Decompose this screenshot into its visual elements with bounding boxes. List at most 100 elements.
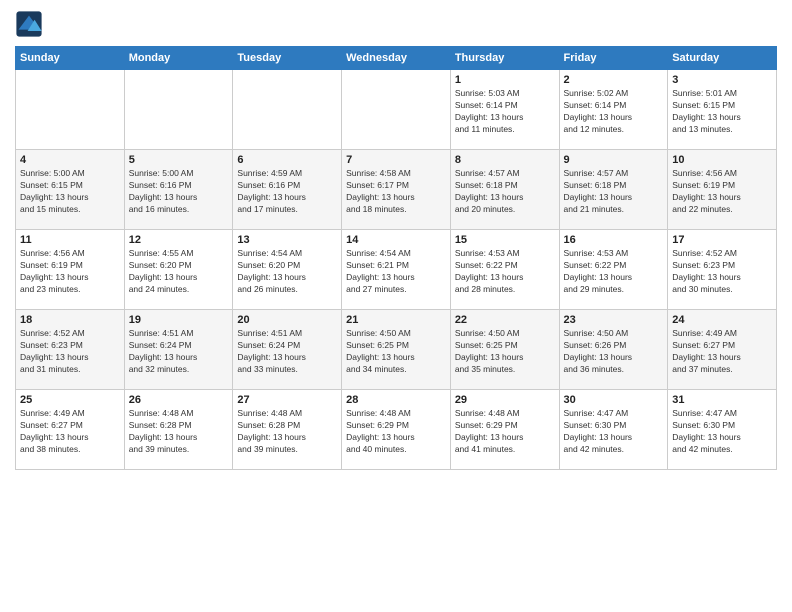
calendar-row: 25 Sunrise: 4:49 AM Sunset: 6:27 PM Dayli…	[16, 390, 777, 470]
calendar-row: 4 Sunrise: 5:00 AM Sunset: 6:15 PM Daylig…	[16, 150, 777, 230]
day-number: 9	[564, 154, 664, 166]
calendar-cell: 6 Sunrise: 4:59 AM Sunset: 6:16 PM Daylig…	[233, 150, 342, 230]
calendar-cell: 9 Sunrise: 4:57 AM Sunset: 6:18 PM Daylig…	[559, 150, 668, 230]
day-info: Sunrise: 4:59 AM Sunset: 6:16 PM Dayligh…	[237, 168, 337, 216]
calendar-cell: 4 Sunrise: 5:00 AM Sunset: 6:15 PM Daylig…	[16, 150, 125, 230]
calendar-cell: 2 Sunrise: 5:02 AM Sunset: 6:14 PM Daylig…	[559, 70, 668, 150]
calendar-cell: 29 Sunrise: 4:48 AM Sunset: 6:29 PM Dayli…	[450, 390, 559, 470]
day-number: 17	[672, 234, 772, 246]
calendar-cell: 1 Sunrise: 5:03 AM Sunset: 6:14 PM Daylig…	[450, 70, 559, 150]
calendar-cell: 11 Sunrise: 4:56 AM Sunset: 6:19 PM Dayli…	[16, 230, 125, 310]
calendar-cell: 14 Sunrise: 4:54 AM Sunset: 6:21 PM Dayli…	[342, 230, 451, 310]
day-info: Sunrise: 4:53 AM Sunset: 6:22 PM Dayligh…	[564, 248, 664, 296]
day-number: 26	[129, 394, 229, 406]
calendar-cell: 13Sunrise: 4:54 AM Sunset: 6:20 PM Dayli…	[233, 230, 342, 310]
day-number: 29	[455, 394, 555, 406]
day-number: 24	[672, 314, 772, 326]
calendar-row: 11 Sunrise: 4:56 AM Sunset: 6:19 PM Dayli…	[16, 230, 777, 310]
day-number: 18	[20, 314, 120, 326]
day-number: 19	[129, 314, 229, 326]
day-info: Sunrise: 4:57 AM Sunset: 6:18 PM Dayligh…	[455, 168, 555, 216]
day-info: Sunrise: 4:48 AM Sunset: 6:29 PM Dayligh…	[455, 408, 555, 456]
day-info: Sunrise: 4:54 AM Sunset: 6:21 PM Dayligh…	[346, 248, 446, 296]
day-number: 14	[346, 234, 446, 246]
day-info: Sunrise: 4:56 AM Sunset: 6:19 PM Dayligh…	[20, 248, 120, 296]
day-info: Sunrise: 4:58 AM Sunset: 6:17 PM Dayligh…	[346, 168, 446, 216]
day-number: 2	[564, 74, 664, 86]
day-info: Sunrise: 4:50 AM Sunset: 6:25 PM Dayligh…	[455, 328, 555, 376]
page: SundayMondayTuesdayWednesdayThursdayFrid…	[0, 0, 792, 612]
day-number: 6	[237, 154, 337, 166]
day-info: Sunrise: 4:52 AM Sunset: 6:23 PM Dayligh…	[20, 328, 120, 376]
calendar-cell: 5 Sunrise: 5:00 AM Sunset: 6:16 PM Daylig…	[124, 150, 233, 230]
calendar-cell	[342, 70, 451, 150]
calendar-cell: 31Sunrise: 4:47 AM Sunset: 6:30 PM Dayli…	[668, 390, 777, 470]
day-number: 8	[455, 154, 555, 166]
calendar-cell: 26 Sunrise: 4:48 AM Sunset: 6:28 PM Dayli…	[124, 390, 233, 470]
day-info: Sunrise: 4:55 AM Sunset: 6:20 PM Dayligh…	[129, 248, 229, 296]
calendar-cell	[16, 70, 125, 150]
day-info: Sunrise: 5:03 AM Sunset: 6:14 PM Dayligh…	[455, 88, 555, 136]
day-info: Sunrise: 4:48 AM Sunset: 6:28 PM Dayligh…	[237, 408, 337, 456]
day-info: Sunrise: 5:01 AM Sunset: 6:15 PM Dayligh…	[672, 88, 772, 136]
calendar-cell: 12 Sunrise: 4:55 AM Sunset: 6:20 PM Dayli…	[124, 230, 233, 310]
day-info: Sunrise: 4:50 AM Sunset: 6:25 PM Dayligh…	[346, 328, 446, 376]
day-info: Sunrise: 4:47 AM Sunset: 6:30 PM Dayligh…	[564, 408, 664, 456]
day-info: Sunrise: 4:49 AM Sunset: 6:27 PM Dayligh…	[20, 408, 120, 456]
calendar-cell: 30 Sunrise: 4:47 AM Sunset: 6:30 PM Dayli…	[559, 390, 668, 470]
day-info: Sunrise: 4:51 AM Sunset: 6:24 PM Dayligh…	[129, 328, 229, 376]
calendar-cell: 15Sunrise: 4:53 AM Sunset: 6:22 PM Dayli…	[450, 230, 559, 310]
logo	[15, 10, 47, 38]
day-header: Saturday	[668, 47, 777, 70]
day-info: Sunrise: 4:52 AM Sunset: 6:23 PM Dayligh…	[672, 248, 772, 296]
calendar-cell: 16Sunrise: 4:53 AM Sunset: 6:22 PM Dayli…	[559, 230, 668, 310]
day-number: 20	[237, 314, 337, 326]
day-number: 5	[129, 154, 229, 166]
day-header: Tuesday	[233, 47, 342, 70]
calendar-cell: 23 Sunrise: 4:50 AM Sunset: 6:26 PM Dayli…	[559, 310, 668, 390]
day-info: Sunrise: 4:49 AM Sunset: 6:27 PM Dayligh…	[672, 328, 772, 376]
day-info: Sunrise: 5:00 AM Sunset: 6:15 PM Dayligh…	[20, 168, 120, 216]
calendar-cell: 25 Sunrise: 4:49 AM Sunset: 6:27 PM Dayli…	[16, 390, 125, 470]
calendar-row: 1 Sunrise: 5:03 AM Sunset: 6:14 PM Daylig…	[16, 70, 777, 150]
calendar-cell: 21Sunrise: 4:50 AM Sunset: 6:25 PM Dayli…	[342, 310, 451, 390]
day-info: Sunrise: 4:48 AM Sunset: 6:28 PM Dayligh…	[129, 408, 229, 456]
calendar-cell: 7Sunrise: 4:58 AM Sunset: 6:17 PM Daylig…	[342, 150, 451, 230]
calendar-table: SundayMondayTuesdayWednesdayThursdayFrid…	[15, 46, 777, 470]
calendar-cell: 17 Sunrise: 4:52 AM Sunset: 6:23 PM Dayli…	[668, 230, 777, 310]
day-number: 15	[455, 234, 555, 246]
day-info: Sunrise: 4:54 AM Sunset: 6:20 PM Dayligh…	[237, 248, 337, 296]
day-info: Sunrise: 5:02 AM Sunset: 6:14 PM Dayligh…	[564, 88, 664, 136]
day-info: Sunrise: 4:56 AM Sunset: 6:19 PM Dayligh…	[672, 168, 772, 216]
day-header: Wednesday	[342, 47, 451, 70]
header-row: SundayMondayTuesdayWednesdayThursdayFrid…	[16, 47, 777, 70]
day-number: 3	[672, 74, 772, 86]
calendar-cell: 8 Sunrise: 4:57 AM Sunset: 6:18 PM Daylig…	[450, 150, 559, 230]
calendar-cell	[233, 70, 342, 150]
day-header: Sunday	[16, 47, 125, 70]
day-info: Sunrise: 5:00 AM Sunset: 6:16 PM Dayligh…	[129, 168, 229, 216]
calendar-cell: 3 Sunrise: 5:01 AM Sunset: 6:15 PM Daylig…	[668, 70, 777, 150]
logo-icon	[15, 10, 43, 38]
day-info: Sunrise: 4:48 AM Sunset: 6:29 PM Dayligh…	[346, 408, 446, 456]
calendar-cell: 28 Sunrise: 4:48 AM Sunset: 6:29 PM Dayli…	[342, 390, 451, 470]
day-number: 30	[564, 394, 664, 406]
day-number: 28	[346, 394, 446, 406]
calendar-cell: 27 Sunrise: 4:48 AM Sunset: 6:28 PM Dayli…	[233, 390, 342, 470]
day-number: 4	[20, 154, 120, 166]
day-number: 12	[129, 234, 229, 246]
day-info: Sunrise: 4:57 AM Sunset: 6:18 PM Dayligh…	[564, 168, 664, 216]
day-number: 1	[455, 74, 555, 86]
day-info: Sunrise: 4:50 AM Sunset: 6:26 PM Dayligh…	[564, 328, 664, 376]
day-number: 23	[564, 314, 664, 326]
day-number: 10	[672, 154, 772, 166]
day-header: Friday	[559, 47, 668, 70]
day-number: 11	[20, 234, 120, 246]
day-number: 25	[20, 394, 120, 406]
day-number: 22	[455, 314, 555, 326]
day-number: 31	[672, 394, 772, 406]
calendar-cell: 18 Sunrise: 4:52 AM Sunset: 6:23 PM Dayli…	[16, 310, 125, 390]
day-number: 27	[237, 394, 337, 406]
calendar-cell: 24 Sunrise: 4:49 AM Sunset: 6:27 PM Dayli…	[668, 310, 777, 390]
calendar-cell: 19 Sunrise: 4:51 AM Sunset: 6:24 PM Dayli…	[124, 310, 233, 390]
